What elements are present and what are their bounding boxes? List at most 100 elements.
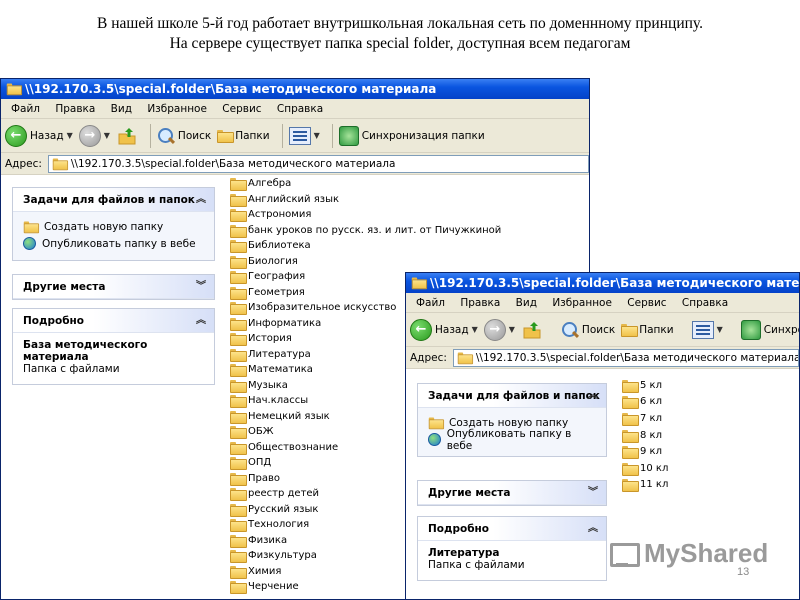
folder-item-label: Литература — [248, 348, 311, 360]
folders-button[interactable]: Папки — [217, 130, 270, 143]
folder-icon — [230, 193, 247, 207]
menu-view[interactable]: Вид — [111, 103, 132, 115]
sync-button[interactable]: Синхронизация папки — [338, 125, 485, 146]
folder-item[interactable]: Английский язык — [230, 192, 501, 208]
menu-tools[interactable]: Сервис — [627, 297, 666, 309]
sync-icon — [740, 319, 761, 340]
collapse-chevron-icon[interactable]: ︽ — [588, 384, 598, 408]
back-button[interactable]: ← Назад ▼ — [5, 124, 73, 147]
menu-file[interactable]: Файл — [416, 297, 445, 309]
other-places-header[interactable]: Другие места ︾ — [13, 275, 214, 299]
menu-favorites[interactable]: Избранное — [147, 103, 207, 115]
folder-item[interactable]: 8 кл — [622, 427, 668, 444]
sync-button[interactable]: Синхрони — [740, 319, 799, 340]
folder-item[interactable]: Биология — [230, 254, 501, 270]
folder-item[interactable]: банк уроков по русск. яз. и лит. от Пичу… — [230, 223, 501, 239]
task-new-folder[interactable]: Создать новую папку — [23, 218, 204, 235]
folder-item[interactable]: 10 кл — [622, 460, 668, 477]
other-places-title: Другие места — [23, 281, 106, 293]
caption-line-1: В нашей школе 5-й год работает внутришко… — [97, 15, 703, 32]
toolbar-separator — [331, 123, 333, 148]
task-publish-web[interactable]: Опубликовать папку в вебе — [23, 235, 204, 252]
views-button[interactable]: ▼ — [288, 126, 320, 145]
collapse-chevron-icon[interactable]: ︽ — [196, 188, 206, 212]
sync-label: Синхронизация папки — [361, 129, 485, 142]
tasks-panel-body: Создать новую папку Опубликовать папку в… — [418, 408, 606, 456]
dropdown-arrow-icon: ▼ — [313, 131, 320, 140]
details-panel-header[interactable]: Подробно ︽ — [13, 309, 214, 333]
menu-help[interactable]: Справка — [682, 297, 728, 309]
task-publish-web-label: Опубликовать папку в вебе — [446, 427, 572, 452]
menu-view[interactable]: Вид — [516, 297, 537, 309]
address-field[interactable]: \\192.170.3.5\special.folder\База методи… — [47, 154, 589, 173]
folder-item[interactable]: 6 кл — [622, 394, 668, 411]
forward-button[interactable]: → ▼ — [483, 318, 515, 341]
folder-item[interactable]: Алгебра — [230, 176, 501, 192]
folder-item[interactable]: 11 кл — [622, 477, 668, 494]
menu-favorites[interactable]: Избранное — [552, 297, 612, 309]
details-panel-header[interactable]: Подробно ︽ — [418, 517, 606, 541]
folder-item-label: Информатика — [248, 317, 322, 329]
folder-item[interactable]: Библиотека — [230, 238, 501, 254]
folder-item-label: Физкультура — [248, 550, 317, 562]
folder-item-label: ОБЖ — [248, 426, 274, 438]
watermark-text: MyShared — [644, 538, 769, 568]
window-title-bar[interactable]: \\192.170.3.5\special.folder\База методи… — [1, 79, 589, 99]
folder-icon — [230, 271, 247, 285]
folder-icon — [230, 224, 247, 238]
other-places-header[interactable]: Другие места ︾ — [418, 481, 606, 505]
folder-item-label: Черчение — [248, 581, 299, 593]
collapse-chevron-icon[interactable]: ︽ — [588, 517, 598, 541]
window-title-bar[interactable]: \\192.170.3.5\special.folder\База методи… — [406, 273, 799, 293]
back-button[interactable]: ← Назад ▼ — [410, 318, 478, 341]
tasks-panel-header[interactable]: Задачи для файлов и папок ︽ — [418, 384, 606, 408]
details-panel-title: Подробно — [23, 315, 85, 327]
tasks-panel-title: Задачи для файлов и папок — [428, 390, 600, 402]
expand-chevron-icon[interactable]: ︾ — [588, 481, 598, 505]
expand-chevron-icon[interactable]: ︾ — [196, 275, 206, 299]
folder-item[interactable]: 7 кл — [622, 410, 668, 427]
dropdown-arrow-icon: ▼ — [103, 131, 110, 140]
search-button[interactable]: Поиск — [561, 321, 615, 339]
slide-caption: В нашей школе 5-й год работает внутришко… — [0, 14, 800, 54]
folder-icon — [230, 255, 247, 269]
folders-label: Папки — [639, 323, 674, 336]
sync-label: Синхрони — [763, 323, 799, 336]
dropdown-arrow-icon: ▼ — [66, 131, 73, 140]
address-label: Адрес: — [5, 157, 42, 170]
folder-item[interactable]: 9 кл — [622, 443, 668, 460]
folder-item-label: Обществознание — [248, 441, 339, 453]
folder-icon — [622, 379, 639, 393]
forward-arrow-icon: → — [483, 318, 506, 341]
folder-item-label: Нач.классы — [248, 395, 309, 407]
collapse-chevron-icon[interactable]: ︽ — [196, 309, 206, 333]
details-name: База методического материала — [23, 339, 148, 363]
toolbar-separator — [149, 123, 151, 148]
menu-tools[interactable]: Сервис — [222, 103, 261, 115]
tasks-panel-title: Задачи для файлов и папок — [23, 194, 195, 206]
tasks-panel-body: Создать новую папку Опубликовать папку в… — [13, 212, 214, 260]
folder-up-icon — [116, 125, 138, 147]
tasks-panel-header[interactable]: Задачи для файлов и папок ︽ — [13, 188, 214, 212]
views-button[interactable]: ▼ — [691, 320, 723, 339]
folder-item-label: 5 кл — [640, 379, 662, 391]
task-new-folder-label: Создать новую папку — [44, 220, 164, 233]
caption-line-2: На сервере существует папка special fold… — [169, 35, 631, 52]
task-publish-web-label: Опубликовать папку в вебе — [42, 237, 196, 250]
address-field[interactable]: \\192.170.3.5\special.folder\База методи… — [452, 348, 799, 367]
forward-button[interactable]: → ▼ — [78, 124, 110, 147]
menu-help[interactable]: Справка — [277, 103, 323, 115]
folder-item[interactable]: 5 кл — [622, 377, 668, 394]
up-button[interactable] — [521, 319, 543, 341]
folders-button[interactable]: Папки — [621, 323, 674, 337]
task-publish-web[interactable]: Опубликовать папку в вебе — [428, 428, 596, 452]
details-panel-body: База методического материала Папка с фай… — [13, 333, 214, 384]
menu-file[interactable]: Файл — [11, 103, 40, 115]
folder-icon — [230, 333, 247, 347]
search-button[interactable]: Поиск — [157, 127, 211, 145]
menu-edit[interactable]: Правка — [460, 297, 500, 309]
address-value: \\192.170.3.5\special.folder\База методи… — [475, 351, 799, 364]
menu-edit[interactable]: Правка — [55, 103, 95, 115]
up-button[interactable] — [116, 125, 138, 147]
folder-item[interactable]: Астрономия — [230, 207, 501, 223]
